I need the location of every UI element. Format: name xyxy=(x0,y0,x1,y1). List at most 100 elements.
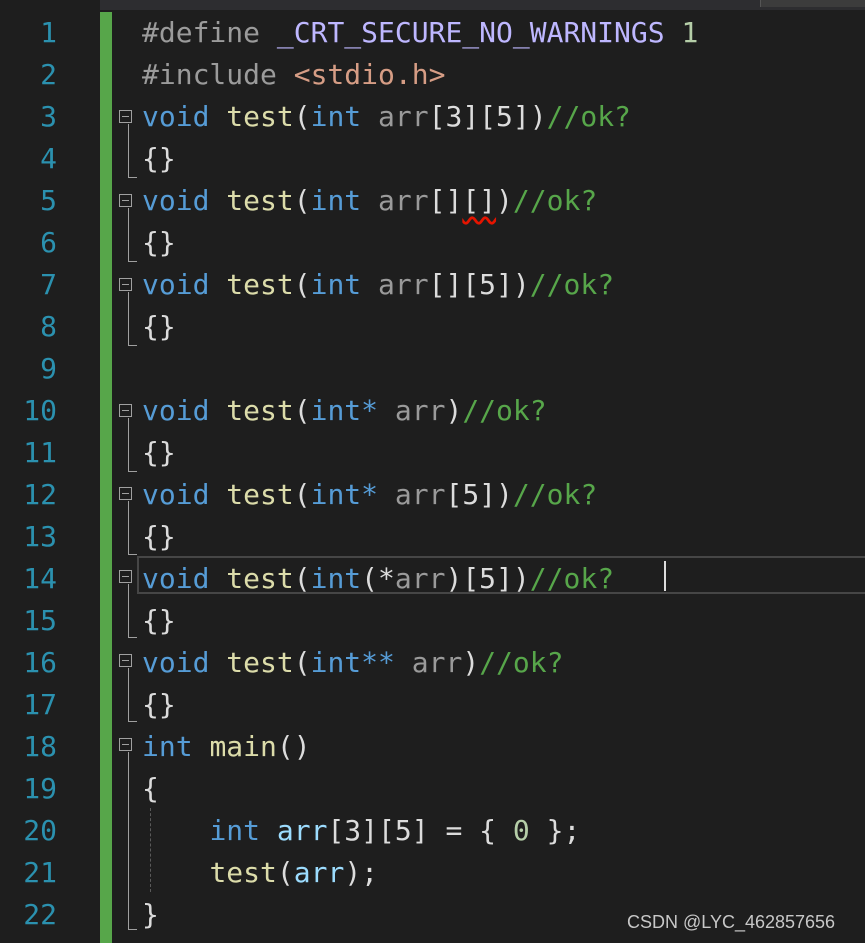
fold-guide-line xyxy=(128,668,129,722)
return-type: void xyxy=(142,268,210,301)
code-comment: //ok? xyxy=(529,562,615,595)
collapse-toggle-icon[interactable] xyxy=(119,654,132,667)
collapse-toggle-icon[interactable] xyxy=(119,738,132,751)
code-line-15[interactable]: {} xyxy=(142,600,176,642)
fold-guide-end xyxy=(128,471,137,472)
fold-guide-line xyxy=(128,501,129,555)
line-number: 1 xyxy=(40,16,57,49)
function-name: test xyxy=(226,268,294,301)
code-comment: //ok? xyxy=(512,184,598,217)
preprocessor-directive: #define xyxy=(142,16,261,49)
param-name: arr xyxy=(394,394,446,427)
collapse-toggle-icon[interactable] xyxy=(119,404,132,417)
return-type: int xyxy=(142,730,193,763)
open-brace: { xyxy=(142,772,159,805)
code-line-3[interactable]: void test(int arr[3][5])//ok? xyxy=(142,96,631,138)
var-type: int xyxy=(209,814,261,847)
code-line-12[interactable]: void test(int* arr[5])//ok? xyxy=(142,474,597,516)
code-line-13[interactable]: {} xyxy=(142,516,176,558)
param-name: arr xyxy=(411,646,463,679)
call-argument: arr xyxy=(293,856,345,889)
fold-guide-line xyxy=(128,124,129,178)
line-number: 8 xyxy=(40,310,57,343)
line-number: 20 xyxy=(23,814,57,847)
function-body: {} xyxy=(142,688,176,721)
fold-guide-end xyxy=(128,721,137,722)
initializer-value: 0 xyxy=(512,814,530,847)
code-line-20[interactable]: int arr[3][5] = { 0 }; xyxy=(142,810,580,852)
array-dims: [][5] xyxy=(428,268,513,301)
code-comment: //ok? xyxy=(462,394,547,427)
param-name: arr xyxy=(378,184,429,217)
code-line-1[interactable]: #define _CRT_SECURE_NO_WARNINGS 1 xyxy=(142,12,698,54)
call-end: ); xyxy=(344,856,379,889)
line-number: 9 xyxy=(40,352,57,385)
collapse-toggle-icon[interactable] xyxy=(119,487,132,500)
code-comment: //ok? xyxy=(479,646,564,679)
code-line-17[interactable]: {} xyxy=(142,684,176,726)
collapse-toggle-icon[interactable] xyxy=(119,110,132,123)
code-line-19[interactable]: { xyxy=(142,768,159,810)
return-type: void xyxy=(142,646,210,679)
preprocessor-directive: #include xyxy=(142,58,277,91)
code-comment: //ok? xyxy=(546,100,631,133)
code-line-10[interactable]: void test(int* arr)//ok? xyxy=(142,390,547,432)
code-line-4[interactable]: {} xyxy=(142,138,176,180)
close-brace: } xyxy=(142,898,159,931)
function-name: main xyxy=(209,730,277,763)
function-body: {} xyxy=(142,142,176,175)
param-name: arr xyxy=(394,562,446,595)
code-line-21[interactable]: test(arr); xyxy=(142,852,378,894)
editor-top-strip xyxy=(0,0,865,10)
code-line-18[interactable]: int main() xyxy=(142,726,311,768)
param-name: arr xyxy=(378,100,429,133)
line-number: 10 xyxy=(23,394,57,427)
fold-guide-end xyxy=(128,637,137,638)
line-number: 18 xyxy=(23,730,57,763)
navigation-dropdown[interactable] xyxy=(760,0,865,7)
watermark: CSDN @LYC_462857656 xyxy=(627,912,836,932)
array-dims: [5] xyxy=(445,478,497,511)
line-number: 11 xyxy=(23,436,57,469)
code-line-5[interactable]: void test(int arr[][])//ok? xyxy=(142,180,597,222)
line-number: 6 xyxy=(40,226,57,259)
line-number: 2 xyxy=(40,58,57,91)
code-line-7[interactable]: void test(int arr[][5])//ok? xyxy=(142,264,614,306)
param-type: int** xyxy=(310,646,395,679)
fold-guide-end xyxy=(128,345,137,346)
collapse-toggle-icon[interactable] xyxy=(119,278,132,291)
fold-guide-line xyxy=(128,752,129,930)
fold-guide-end xyxy=(128,929,137,930)
line-number: 16 xyxy=(23,646,57,679)
code-line-8[interactable]: {} xyxy=(142,306,176,348)
function-body: {} xyxy=(142,520,176,553)
fold-guide-end xyxy=(128,261,137,262)
code-line-14[interactable]: void test(int(*arr)[5])//ok? xyxy=(142,558,614,600)
function-name: test xyxy=(226,184,294,217)
initializer-open: = { xyxy=(428,814,513,847)
param-list: () xyxy=(276,730,311,763)
code-line-2[interactable]: #include <stdio.h> xyxy=(142,54,445,96)
fold-guide-line xyxy=(128,584,129,638)
collapse-toggle-icon[interactable] xyxy=(119,194,132,207)
code-line-11[interactable]: {} xyxy=(142,432,176,474)
code-editor[interactable]: 1 2 3 4 5 6 7 8 9 10 11 12 13 14 15 16 1… xyxy=(0,0,865,943)
array-dims: [5] xyxy=(462,562,513,595)
code-line-22[interactable]: } xyxy=(142,894,159,936)
error-squiggle[interactable]: [] xyxy=(462,184,496,217)
code-line-16[interactable]: void test(int** arr)//ok? xyxy=(142,642,563,684)
return-type: void xyxy=(142,562,210,595)
function-name: test xyxy=(226,394,294,427)
return-type: void xyxy=(142,100,210,133)
function-name: test xyxy=(226,100,294,133)
line-number: 7 xyxy=(40,268,57,301)
macro-value: 1 xyxy=(681,16,699,49)
code-line-6[interactable]: {} xyxy=(142,222,176,264)
line-number: 5 xyxy=(40,184,57,217)
param-type: int xyxy=(310,562,362,595)
function-body: {} xyxy=(142,604,176,637)
param-name: arr xyxy=(394,478,446,511)
collapse-toggle-icon[interactable] xyxy=(119,570,132,583)
function-name: test xyxy=(226,562,294,595)
array-dims: [3][5] xyxy=(428,100,530,133)
